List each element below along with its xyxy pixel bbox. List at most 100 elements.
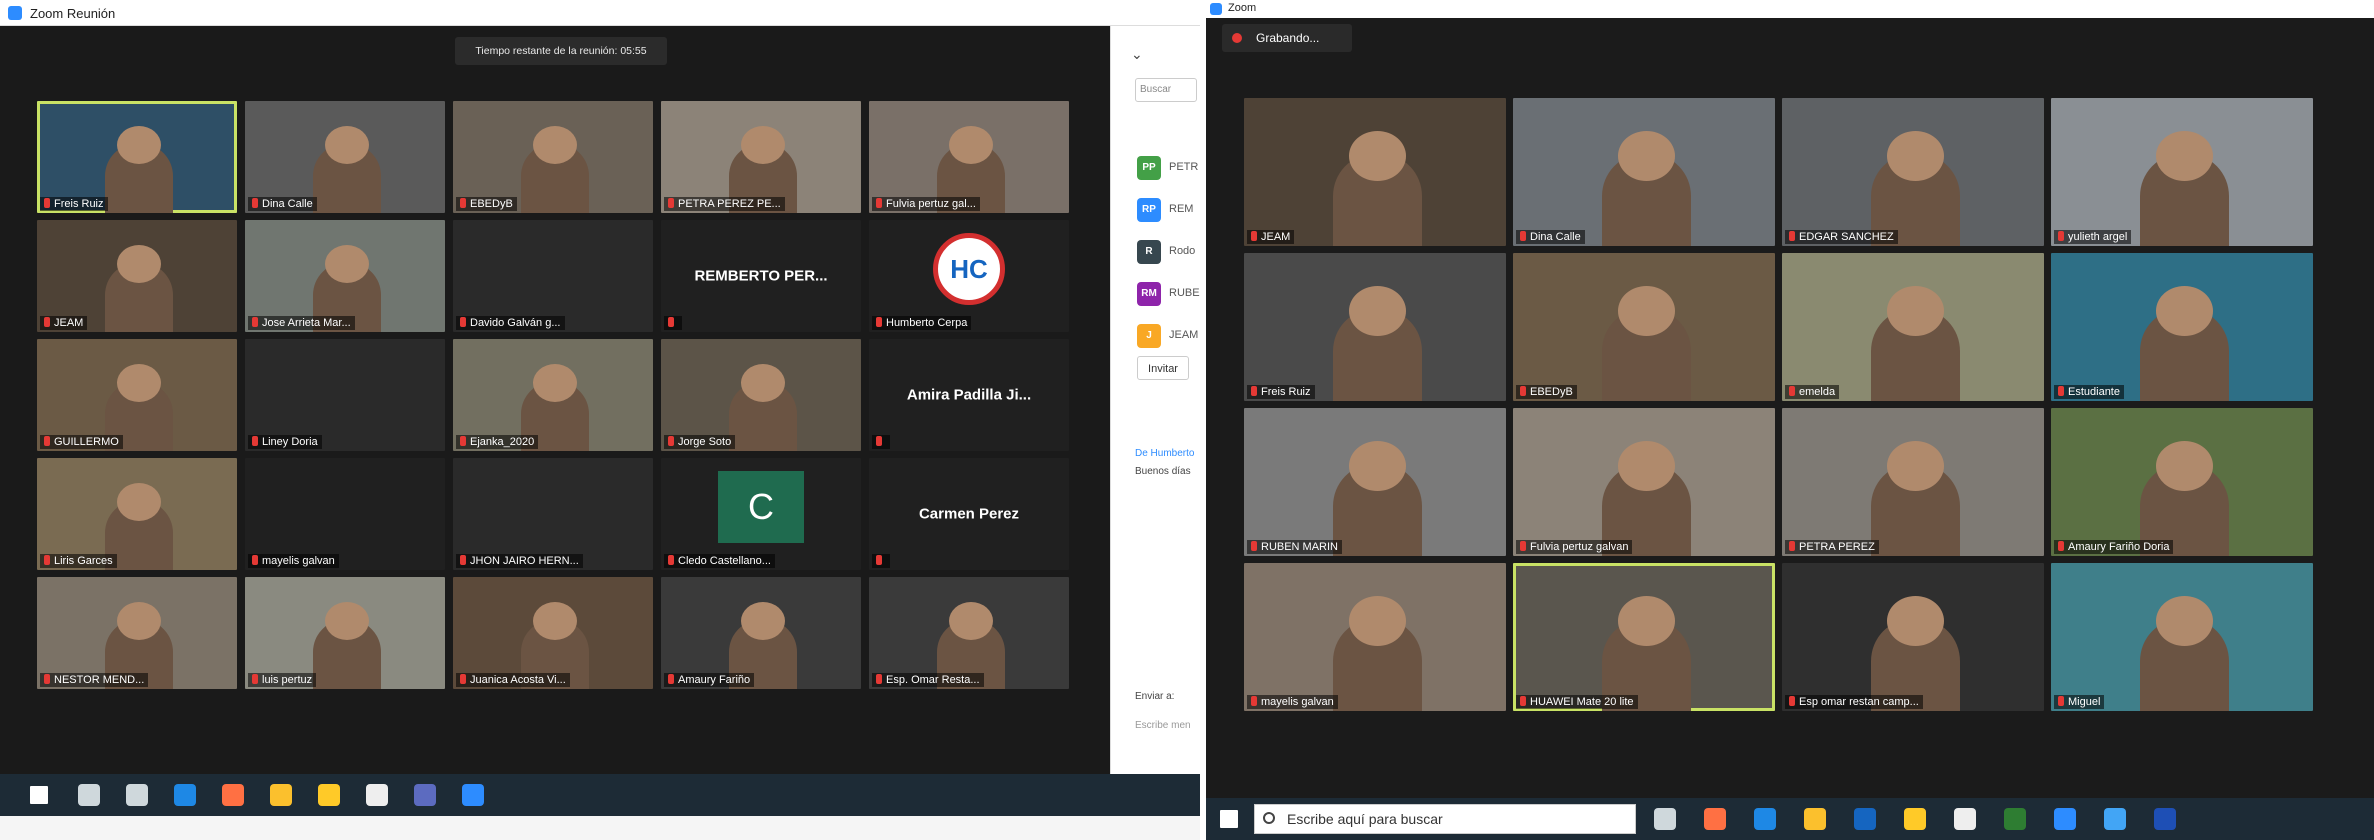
edge-icon[interactable] [1754, 808, 1776, 830]
participant-tile[interactable]: Fulvia pertuz gal... [869, 101, 1069, 213]
participant-tile[interactable]: Estudiante [2051, 253, 2313, 401]
firefox-icon[interactable] [222, 784, 244, 806]
participant-tile[interactable]: JEAM [1244, 98, 1506, 246]
firefox-icon[interactable] [1704, 808, 1726, 830]
windows-icon[interactable] [1220, 810, 1238, 828]
participant-name-text: EDGAR SANCHEZ [1799, 231, 1894, 243]
participant-name: Freis Ruiz [1247, 385, 1315, 399]
participant-tile[interactable]: Dina Calle [1513, 98, 1775, 246]
taskbar-search-placeholder[interactable]: Escribe aquí para buscar [1287, 811, 1443, 827]
chrome-icon[interactable] [270, 784, 292, 806]
participant-tile[interactable]: yulieth argel [2051, 98, 2313, 246]
participant-tile[interactable]: Liney Doria [245, 339, 445, 451]
participant-tile[interactable]: EBEDyB [453, 101, 653, 213]
participant-name: mayelis galvan [1247, 695, 1338, 709]
collapse-chevron-icon[interactable]: ⌄ [1131, 46, 1143, 63]
participant-name-text: Jorge Soto [678, 436, 732, 448]
participant-tile[interactable]: EBEDyB [1513, 253, 1775, 401]
chat-input[interactable]: Escribe men [1135, 720, 1191, 731]
participant-name-text: Dina Calle [262, 198, 313, 210]
zoom-icon[interactable] [2054, 808, 2076, 830]
task-view-icon[interactable] [126, 784, 148, 806]
participant-name-text: Fulvia pertuz gal... [886, 198, 976, 210]
excel-icon[interactable] [2004, 808, 2026, 830]
mail-icon[interactable] [1854, 808, 1876, 830]
participant-tile[interactable]: PETRA PEREZ [1782, 408, 2044, 556]
zoom-icon[interactable] [462, 784, 484, 806]
participant-tile[interactable]: PETRA PEREZ PE... [661, 101, 861, 213]
participant-tile[interactable]: Ejanka_2020 [453, 339, 653, 451]
participant-list-item[interactable]: PETR [1169, 161, 1198, 173]
participant-tile[interactable]: luis pertuz [245, 577, 445, 689]
participant-name-text: Freis Ruiz [54, 198, 104, 210]
participant-tile[interactable]: GUILLERMO [37, 339, 237, 451]
participant-name-text: Dina Calle [1530, 231, 1581, 243]
search-icon[interactable] [78, 784, 100, 806]
participant-tile[interactable]: Dina Calle [245, 101, 445, 213]
store-icon[interactable] [1954, 808, 1976, 830]
participant-tile[interactable]: Freis Ruiz [1244, 253, 1506, 401]
participant-list-item[interactable]: Rodo [1169, 245, 1195, 257]
participant-list-item[interactable]: RUBE [1169, 287, 1200, 299]
participant-list-item[interactable]: REM [1169, 203, 1193, 215]
word-icon[interactable] [2154, 808, 2176, 830]
muted-mic-icon [1251, 696, 1257, 706]
muted-mic-icon [668, 317, 674, 327]
participant-tile[interactable]: Juanica Acosta Vi... [453, 577, 653, 689]
search-icon [1263, 812, 1275, 824]
participant-tile[interactable]: Amaury Fariño Doria [2051, 408, 2313, 556]
search-input[interactable]: Buscar [1140, 84, 1171, 95]
store-icon[interactable] [366, 784, 388, 806]
participant-tile[interactable]: Liris Garces [37, 458, 237, 570]
participant-tile[interactable]: REMBERTO PER... [661, 220, 861, 332]
participant-tile[interactable]: emelda [1782, 253, 2044, 401]
participant-video-head [2155, 130, 2214, 181]
participant-name [872, 435, 890, 449]
participant-name: Cledo Castellano... [664, 554, 775, 568]
file-explorer-icon[interactable] [1904, 808, 1926, 830]
participant-name-text: HUAWEI Mate 20 lite [1530, 696, 1634, 708]
participant-name: Ejanka_2020 [456, 435, 539, 449]
participant-tile[interactable]: Esp omar restan camp... [1782, 563, 2044, 711]
photos-icon[interactable] [2104, 808, 2126, 830]
participant-search[interactable]: Buscar [1135, 78, 1197, 102]
participant-name-text: NESTOR MEND... [54, 674, 145, 686]
participant-tile[interactable]: Fulvia pertuz galvan [1513, 408, 1775, 556]
save-icon[interactable] [414, 784, 436, 806]
participant-tile[interactable]: JEAM [37, 220, 237, 332]
participant-tile[interactable]: Miguel [2051, 563, 2313, 711]
participant-tile[interactable]: mayelis galvan [1244, 563, 1506, 711]
muted-mic-icon [1789, 696, 1795, 706]
participant-name-text: Liris Garces [54, 555, 113, 567]
participant-tile[interactable]: Jose Arrieta Mar... [245, 220, 445, 332]
participant-name: Dina Calle [248, 197, 317, 211]
file-explorer-icon[interactable] [318, 784, 340, 806]
participant-tile[interactable]: HUAWEI Mate 20 lite [1513, 563, 1775, 711]
participant-tile[interactable]: NESTOR MEND... [37, 577, 237, 689]
task-view-icon[interactable] [1654, 808, 1676, 830]
participant-tile[interactable]: Amira Padilla Ji... [869, 339, 1069, 451]
muted-mic-icon [460, 198, 466, 208]
edge-icon[interactable] [174, 784, 196, 806]
recording-indicator[interactable]: Grabando... [1222, 24, 1352, 52]
taskbar-search-box[interactable]: Escribe aquí para buscar [1254, 804, 1636, 834]
muted-mic-icon [1789, 541, 1795, 551]
participant-list-item[interactable]: JEAM [1169, 329, 1198, 341]
participant-tile[interactable]: EDGAR SANCHEZ [1782, 98, 2044, 246]
participant-tile[interactable]: Freis Ruiz [37, 101, 237, 213]
participant-tile[interactable]: Esp. Omar Resta... [869, 577, 1069, 689]
participant-tile[interactable]: mayelis galvan [245, 458, 445, 570]
participant-tile[interactable]: C Cledo Castellano... [661, 458, 861, 570]
participant-tile[interactable]: Davido Galván g... [453, 220, 653, 332]
participant-tile[interactable]: RUBEN MARIN [1244, 408, 1506, 556]
participant-tile[interactable]: JHON JAIRO HERN... [453, 458, 653, 570]
invite-button[interactable]: Invitar [1137, 356, 1189, 380]
participant-tile[interactable]: Jorge Soto [661, 339, 861, 451]
participant-tile[interactable]: Amaury Fariño [661, 577, 861, 689]
muted-mic-icon [2058, 541, 2064, 551]
chrome-icon[interactable] [1804, 808, 1826, 830]
windows-icon[interactable] [30, 786, 48, 804]
participant-tile[interactable]: Carmen Perez [869, 458, 1069, 570]
participant-avatar: PP [1137, 156, 1161, 180]
participant-tile[interactable]: HC Humberto Cerpa [869, 220, 1069, 332]
